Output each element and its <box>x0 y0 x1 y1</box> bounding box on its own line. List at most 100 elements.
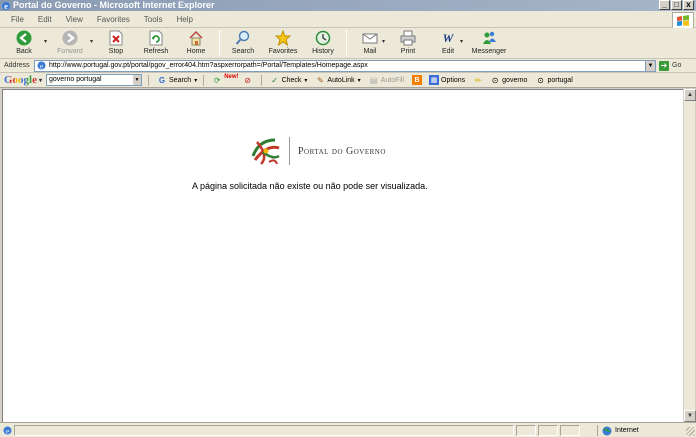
status-pane <box>560 424 580 436</box>
favorites-label: Favorites <box>268 48 298 55</box>
blocked-count-button[interactable]: ⊘ <box>243 75 255 85</box>
svg-text:e: e <box>4 2 8 11</box>
scroll-up-icon[interactable]: ▲ <box>684 89 696 101</box>
back-arrow-icon <box>15 29 33 47</box>
menu-file[interactable]: File <box>4 11 31 28</box>
security-zone[interactable]: Internet <box>597 425 683 436</box>
autofill-button[interactable]: ▤ AutoFill <box>369 75 404 85</box>
forward-button[interactable]: Forward <box>50 28 90 57</box>
go-button[interactable]: ➔ Go <box>659 60 682 71</box>
check-label: Check <box>281 76 302 84</box>
window-title: Portal do Governo - Microsoft Internet E… <box>13 0 215 10</box>
address-input[interactable]: e http://www.portugal.gov.pt/portal/pgov… <box>34 59 656 72</box>
forward-label: Forward <box>57 48 83 55</box>
messenger-button[interactable]: Messenger <box>466 28 512 57</box>
minimize-button[interactable]: _ <box>659 0 670 10</box>
term-governo-button[interactable]: ⊙ governo <box>490 75 528 85</box>
history-button[interactable]: History <box>303 28 343 57</box>
stop-icon <box>107 29 125 47</box>
google-search-input[interactable]: governo portugal ▼ <box>46 74 143 86</box>
menu-bar: File Edit View Favorites Tools Help <box>0 11 696 28</box>
portal-emblem-icon <box>251 138 280 165</box>
term-portugal-button[interactable]: ⊙ portugal <box>535 75 573 85</box>
go-label: Go <box>672 62 682 69</box>
status-pane <box>538 424 558 436</box>
mail-label: Mail <box>363 48 377 55</box>
spell-check-button[interactable]: ✓ Check ▾ <box>270 75 307 85</box>
popup-blocker-icon: ⟳ <box>213 75 221 85</box>
autofill-label: AutoFill <box>380 76 405 84</box>
google-g-icon: G <box>158 75 166 85</box>
highlighter-button[interactable]: ✏ <box>473 75 485 85</box>
google-menu-dropdown-icon[interactable]: ▾ <box>39 77 42 84</box>
toolbar-separator <box>219 30 220 56</box>
refresh-label: Refresh <box>143 48 169 55</box>
go-arrow-icon: ➔ <box>659 60 669 71</box>
google-search-label: Search <box>169 76 192 84</box>
word-edit-icon: W <box>439 29 457 47</box>
options-label: Options <box>441 76 466 84</box>
menu-edit[interactable]: Edit <box>31 11 59 28</box>
scroll-down-icon[interactable]: ▼ <box>684 410 696 422</box>
forward-arrow-icon <box>61 29 79 47</box>
status-pane <box>516 424 536 436</box>
autolink-dropdown-icon[interactable]: ▾ <box>358 77 361 84</box>
print-button[interactable]: Print <box>388 28 428 57</box>
check-dropdown-icon[interactable]: ▾ <box>304 77 307 84</box>
search-button[interactable]: Search <box>223 28 263 57</box>
menu-favorites[interactable]: Favorites <box>90 11 137 28</box>
address-dropdown-icon[interactable]: ▼ <box>645 60 655 71</box>
svg-text:e: e <box>40 63 43 71</box>
highlighter-icon: ✏ <box>474 75 482 85</box>
page-viewport: Portal do Governo A página solicitada nã… <box>2 89 683 422</box>
globe-icon <box>602 426 612 435</box>
term-search-icon: ⊙ <box>491 75 499 85</box>
history-label: History <box>312 48 334 55</box>
autolink-label: AutoLink <box>327 76 355 84</box>
term-portugal-label: portugal <box>547 76 573 84</box>
google-separator <box>148 74 150 86</box>
maximize-button[interactable]: □ <box>671 0 682 10</box>
toolbar-separator <box>346 30 347 56</box>
google-logo-text: Google <box>4 74 37 86</box>
blogger-button[interactable]: B <box>412 75 424 85</box>
menu-tools[interactable]: Tools <box>137 11 170 28</box>
history-icon <box>314 29 332 47</box>
popup-blocker-button[interactable]: ⟳ New! <box>212 74 239 85</box>
term-governo-label: governo <box>502 76 528 84</box>
stop-button[interactable]: Stop <box>96 28 136 57</box>
new-badge: New! <box>224 74 239 80</box>
window-controls: _ □ x <box>659 0 694 10</box>
vertical-scrollbar[interactable]: ▲ ▼ <box>683 89 696 422</box>
page-icon: e <box>37 61 46 70</box>
refresh-button[interactable]: Refresh <box>136 28 176 57</box>
home-label: Home <box>186 48 206 55</box>
menu-view[interactable]: View <box>59 11 90 28</box>
svg-text:W: W <box>443 31 455 45</box>
google-logo[interactable]: Google ▾ <box>4 74 42 86</box>
options-button[interactable]: ▦ Options <box>429 75 465 85</box>
zone-label: Internet <box>615 427 639 434</box>
svg-text:e: e <box>6 427 9 435</box>
menu-help[interactable]: Help <box>169 11 199 28</box>
autofill-icon: ▤ <box>369 75 378 85</box>
google-search-dropdown-icon[interactable]: ▾ <box>194 77 197 84</box>
print-label: Print <box>400 48 416 55</box>
options-icon: ▦ <box>429 75 440 85</box>
google-search-button[interactable]: G Search ▾ <box>157 75 197 85</box>
status-bar: e Internet <box>0 422 696 437</box>
autolink-button[interactable]: ✎ AutoLink ▾ <box>315 75 361 85</box>
page-status-icon: e <box>3 426 12 435</box>
home-button[interactable]: Home <box>176 28 216 57</box>
google-query-text: governo portugal <box>49 76 102 83</box>
portal-logo[interactable]: Portal do Governo <box>249 134 386 168</box>
close-button[interactable]: x <box>683 0 694 10</box>
term-search-icon: ⊙ <box>537 75 544 85</box>
resize-grip-icon[interactable] <box>686 427 695 436</box>
back-button[interactable]: Back <box>4 28 44 57</box>
google-separator <box>260 74 262 86</box>
star-icon <box>274 29 292 47</box>
refresh-icon <box>147 29 165 47</box>
google-query-dropdown-icon[interactable]: ▼ <box>133 75 142 85</box>
favorites-button[interactable]: Favorites <box>263 28 303 57</box>
